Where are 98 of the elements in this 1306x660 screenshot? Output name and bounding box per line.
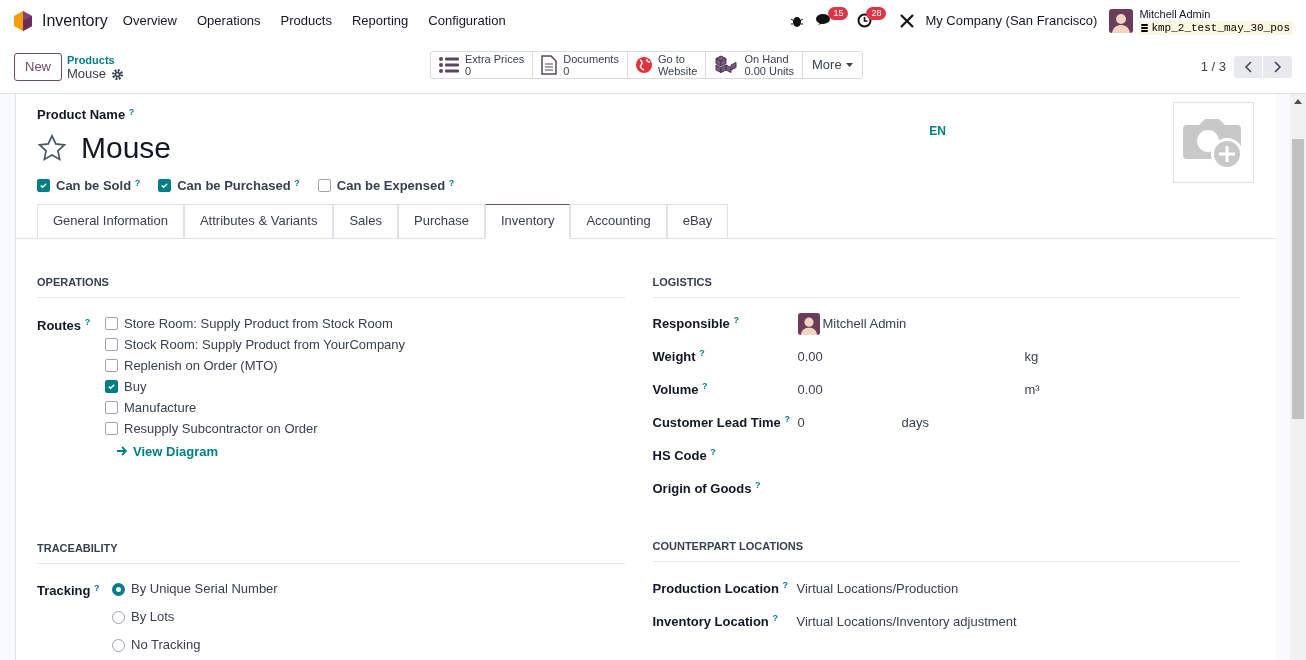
field-value[interactable]: Mitchell Admin: [822, 313, 907, 334]
smart-button[interactable]: Documents 0: [533, 52, 628, 78]
scroll-up-icon[interactable]: [1294, 99, 1302, 104]
menu-item[interactable]: Configuration: [418, 10, 516, 31]
more-button[interactable]: More: [803, 52, 862, 78]
list-icon: [439, 57, 459, 73]
checkbox[interactable]: [105, 380, 118, 393]
route-label[interactable]: Replenish on Order (MTO): [124, 355, 278, 376]
checkbox-label[interactable]: Can be Expensed $^{?}$: [336, 176, 455, 196]
route-label[interactable]: Buy: [124, 376, 147, 397]
tab[interactable]: eBay: [666, 203, 729, 239]
field-value[interactable]: Virtual Locations/Production: [796, 578, 959, 599]
new-button[interactable]: New: [14, 53, 62, 81]
radio-label[interactable]: By Lots: [131, 607, 175, 627]
field-label: Inventory Location $^{?}$: [652, 612, 779, 631]
route-label[interactable]: Store Room: Supply Product from Stock Room: [124, 313, 393, 334]
tab[interactable]: Accounting: [570, 203, 667, 239]
smart-button[interactable]: Extra Prices 0: [431, 52, 534, 78]
radio-label[interactable]: By Unique Serial Number: [131, 579, 278, 599]
route-label[interactable]: Manufacture: [124, 397, 197, 418]
tab[interactable]: Attributes & Variants: [183, 203, 334, 239]
section-title: COUNTERPART LOCATIONS: [652, 539, 804, 552]
notification-badge: 15: [828, 7, 849, 20]
tab[interactable]: Purchase: [398, 203, 485, 239]
caret-icon: [845, 63, 853, 67]
field-label: Routes $^{?}$: [37, 316, 92, 335]
checkbox[interactable]: [105, 338, 118, 351]
field-value[interactable]: 0: [797, 412, 902, 433]
arrow-icon: [117, 446, 128, 457]
radio-label[interactable]: No Tracking: [131, 635, 201, 655]
field-value[interactable]: 0.00: [797, 379, 1025, 400]
menu-item[interactable]: Reporting: [341, 10, 419, 31]
breadcrumb-link[interactable]: Products: [67, 53, 124, 67]
checkbox-label[interactable]: Can be Sold $^{?}$: [56, 176, 141, 196]
product-name[interactable]: Mouse: [81, 128, 172, 168]
smart-button[interactable]: On Hand 0.00 Units: [706, 52, 803, 78]
field-label: Origin of Goods $^{?}$: [652, 479, 762, 498]
field-label: Production Location $^{?}$: [652, 579, 789, 598]
section-title: TRACEABILITY: [37, 542, 118, 554]
avatar-icon: [1109, 8, 1134, 33]
tab[interactable]: Inventory: [484, 203, 571, 239]
language-tag[interactable]: EN: [929, 122, 946, 138]
previous-button[interactable]: [1234, 56, 1263, 78]
field-label: Volume $^{?}$: [652, 380, 709, 399]
menu-item[interactable]: Overview: [112, 10, 187, 31]
view-diagram-link[interactable]: View Diagram: [117, 441, 406, 461]
chevron-left-icon: [1244, 61, 1252, 73]
field-label: Product Name $^{?}$: [37, 107, 135, 122]
section-title: LOGISTICS: [652, 275, 712, 288]
checkmark-icon: [160, 181, 170, 191]
app-name[interactable]: Inventory: [42, 8, 108, 33]
user-name[interactable]: Mitchell Admin: [1139, 6, 1292, 21]
field-label: Responsible $^{?}$: [652, 314, 740, 333]
chevron-right-icon: [1273, 61, 1282, 73]
unit-label: days: [901, 413, 929, 432]
tab[interactable]: General Information: [37, 203, 184, 239]
database-icon: [1141, 23, 1149, 32]
checkbox[interactable]: [105, 401, 118, 414]
unit-label: m³: [1024, 380, 1040, 399]
tab[interactable]: Sales: [333, 203, 398, 239]
radio-button[interactable]: [112, 582, 125, 596]
checkmark-icon: [39, 181, 48, 191]
checkbox[interactable]: [105, 359, 118, 372]
field-label: Tracking $^{?}$: [37, 581, 101, 600]
clock-icon[interactable]: [857, 13, 873, 28]
section-title: OPERATIONS: [37, 275, 109, 288]
checkbox[interactable]: [317, 179, 331, 193]
next-button[interactable]: [1263, 56, 1292, 78]
pager-value: 1 / 3: [1200, 58, 1226, 77]
cubes-icon: [714, 55, 739, 75]
checkbox[interactable]: [37, 179, 50, 193]
record-name: Mouse: [67, 67, 107, 81]
checkmark-icon: [107, 382, 116, 391]
document-icon: [541, 55, 558, 75]
avatar-icon: [797, 312, 820, 335]
bug-icon[interactable]: [791, 14, 804, 27]
database-name: kmp_2_test_may_30_pos: [1139, 20, 1292, 35]
company-switcher[interactable]: My Company (San Francisco): [925, 10, 1098, 31]
field-label: Weight $^{?}$: [652, 347, 706, 366]
star-icon[interactable]: [37, 134, 67, 162]
notification-badge: 28: [866, 7, 887, 20]
field-label: HS Code $^{?}$: [652, 446, 717, 465]
field-value[interactable]: 0.00: [797, 346, 1025, 367]
checkbox[interactable]: [158, 179, 172, 193]
field-label: Customer Lead Time $^{?}$: [652, 413, 791, 432]
route-label[interactable]: Resupply Subcontractor on Order: [124, 418, 318, 439]
unit-label: kg: [1024, 347, 1039, 366]
menu-item[interactable]: Operations: [187, 10, 271, 31]
globe-icon: [635, 57, 652, 73]
field-value[interactable]: Virtual Locations/Inventory adjustment: [796, 611, 1017, 632]
checkbox[interactable]: [105, 422, 118, 435]
smart-button[interactable]: Go to Website: [627, 52, 707, 78]
scrollbar-thumb[interactable]: [1292, 139, 1304, 419]
checkbox-label[interactable]: Can be Purchased $^{?}$: [177, 176, 300, 196]
app-logo-icon[interactable]: [14, 10, 32, 31]
checkbox[interactable]: [105, 317, 118, 330]
menu-item[interactable]: Products: [270, 10, 342, 31]
route-label[interactable]: Stock Room: Supply Product from YourCompany: [124, 334, 406, 355]
